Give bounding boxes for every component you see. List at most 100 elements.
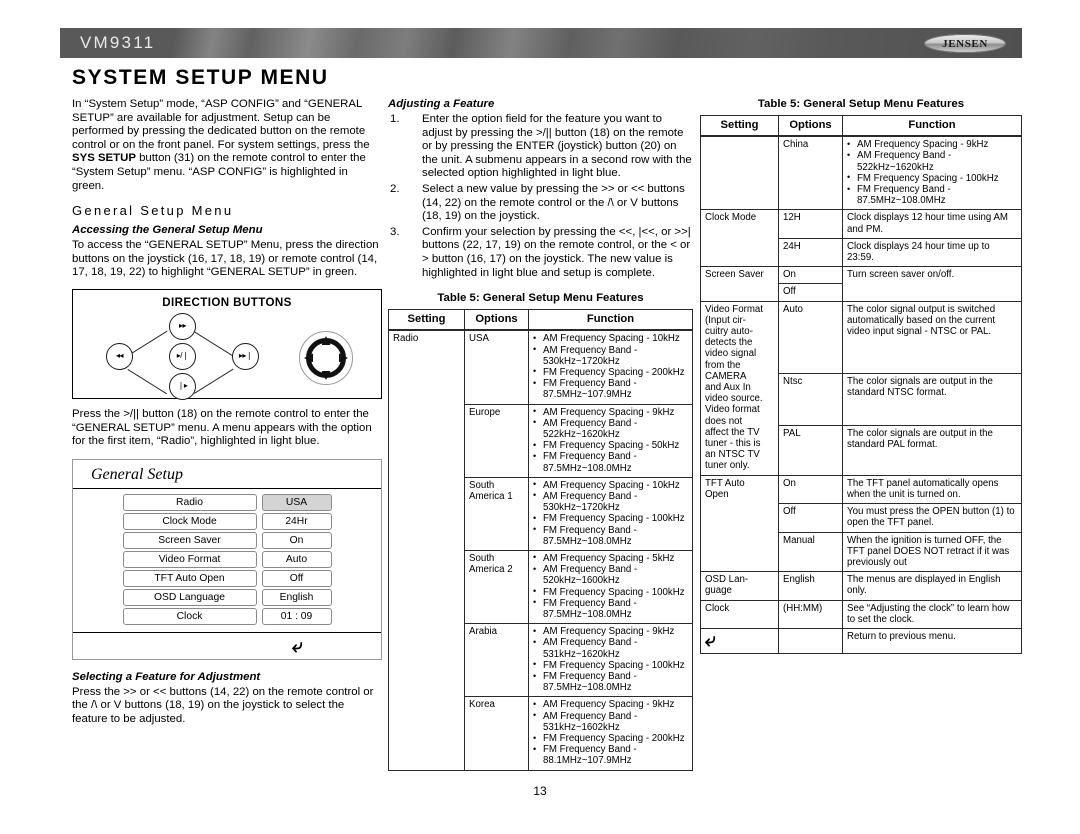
osd-label-tft-auto-open: TFT Auto Open [122, 569, 257, 587]
list-item: FM Frequency Band - 87.5MHz~108.0MHz [847, 184, 1017, 207]
list-item: FM Frequency Band - 87.5MHz~108.0MHz [533, 597, 688, 620]
list-item: FM Frequency Spacing - 200kHz [533, 366, 688, 378]
list-item: FM Frequency Band - 87.5MHz~108.0MHz [533, 671, 688, 694]
osd-value-tft-auto-open[interactable]: Off [261, 569, 332, 587]
cell-function: The TFT panel automatically opens when t… [842, 474, 1022, 505]
list-item: FM Frequency Spacing - 100kHz [533, 659, 688, 671]
direction-buttons-title: DIRECTION BUTTONS [162, 295, 292, 309]
cell-option: Ntsc [778, 372, 843, 426]
osd-value-screen-saver[interactable]: On [261, 531, 332, 549]
table-row: TFT Auto Open On The TFT panel automatic… [700, 474, 1022, 573]
diagram-connector-line [127, 368, 168, 395]
cell-setting [700, 135, 779, 211]
cell-function: Return to previous menu. [842, 627, 1022, 654]
cell-option: USA [464, 329, 529, 405]
osd-row[interactable]: OSD Language English [73, 588, 381, 606]
cell-option: South America 2 [464, 549, 529, 625]
list-item: AM Frequency Band - 522kHz~1620kHz [533, 417, 688, 440]
column-header-setting: Setting [388, 309, 465, 332]
cell-option: Korea [464, 696, 529, 771]
osd-value-radio[interactable]: USA [261, 493, 332, 511]
osd-row[interactable]: TFT Auto Open Off [73, 569, 381, 587]
back-arrow-icon[interactable]: ⤷ [292, 635, 303, 657]
table-row: ⤷ Return to previous menu. [700, 627, 1022, 654]
osd-row[interactable]: Screen Saver On [73, 531, 381, 549]
osd-value-clock[interactable]: 01 : 09 [261, 607, 332, 625]
cell-option: PAL [778, 424, 843, 476]
cell-function: Clock displays 12 hour time using AM and… [842, 209, 1022, 239]
list-item: FM Frequency Band - 87.5MHz~107.9MHz [533, 378, 688, 401]
accessing-menu-body: To access the “GENERAL SETUP” Menu, pres… [72, 239, 379, 279]
column-header-function: Function [528, 309, 693, 332]
cell-setting: Clock [700, 599, 779, 629]
list-item: FM Frequency Band - 87.5MHz~108.0MHz [533, 451, 688, 474]
cell-setting: OSD Lan- guage [700, 571, 779, 601]
cell-function: The menus are displayed in English only. [842, 571, 1022, 601]
osd-label-video-format: Video Format [122, 550, 257, 568]
osd-label-osd-language: OSD Language [122, 588, 257, 606]
list-item: FM Frequency Band - 87.5MHz~108.0MHz [533, 524, 688, 547]
cell-function: You must press the OPEN button (1) to op… [842, 503, 1022, 533]
joystick-nub-south [321, 370, 331, 380]
list-item: AM Frequency Band - 520kHz~1600kHz [533, 564, 688, 587]
diagram-connector-line [193, 330, 234, 357]
cell-function: AM Frequency Spacing - 9kHz AM Frequency… [528, 623, 693, 698]
cell-function: The color signal output is switched auto… [842, 300, 1022, 374]
direction-buttons-diagram: ▸▸ ◂◂ ▸/❘ ▸▸❘ ❘▸ [81, 311, 373, 400]
cell-option [778, 627, 843, 654]
column-right: Table 5: General Setup Menu Features Set… [700, 98, 1022, 654]
cell-option: On [778, 266, 843, 285]
cell-option: Europe [464, 403, 529, 478]
page-title: SYSTEM SETUP MENU [72, 66, 329, 89]
manual-page: VM9311 JENSEN SYSTEM SETUP MENU In “Syst… [0, 0, 1080, 834]
osd-row[interactable]: Radio USA [73, 493, 381, 511]
selecting-feature-body: Press the >> or << buttons (14, 22) on t… [72, 685, 374, 725]
osd-value-osd-language[interactable]: English [261, 588, 332, 606]
jensen-logo-text: JENSEN [942, 37, 988, 50]
osd-row[interactable]: Clock 01 : 09 [73, 607, 381, 625]
osd-value-clock-mode[interactable]: 24Hr [261, 512, 332, 530]
osd-label-clock-mode: Clock Mode [122, 512, 257, 530]
table-caption-right: Table 5: General Setup Menu Features [757, 98, 965, 110]
osd-label-screen-saver: Screen Saver [122, 531, 257, 549]
osd-label-clock: Clock [122, 607, 257, 625]
osd-row[interactable]: Clock Mode 24Hr [73, 512, 381, 530]
bullet-list: AM Frequency Spacing - 5kHz AM Frequency… [533, 552, 688, 620]
bullet-list: AM Frequency Spacing - 9kHz AM Frequency… [533, 699, 688, 767]
cell-setting: Radio [388, 329, 465, 771]
joystick-ring-outline [304, 335, 348, 380]
cell-option: 12H [778, 209, 843, 239]
cell-option: English [778, 571, 843, 601]
intro-paragraph: In “System Setup” mode, “ASP CONFIG” and… [72, 98, 382, 193]
bullet-list: AM Frequency Spacing - 9kHz AM Frequency… [847, 139, 1017, 207]
list-item: AM Frequency Band - 531kHz~1620kHz [533, 637, 688, 660]
direction-button-left-icon: ◂◂ [106, 342, 133, 370]
step-text: Confirm your selection by pressing the <… [422, 225, 691, 279]
osd-label-radio: Radio [122, 493, 257, 511]
table-row: China AM Frequency Spacing - 9kHz AM Fre… [700, 135, 1022, 211]
cell-function: Turn screen saver on/off. [842, 266, 1022, 302]
list-item: AM Frequency Band - 530kHz~1720kHz [533, 490, 688, 513]
column-header-options: Options [464, 309, 529, 332]
subheading-selecting-feature: Selecting a Feature for Adjustment [72, 670, 261, 683]
model-number: VM9311 [80, 33, 156, 52]
header-gradient-decoration [60, 28, 1022, 58]
osd-row[interactable]: Video Format Auto [73, 550, 381, 568]
column-header-function: Function [842, 115, 1022, 138]
list-item: FM Frequency Spacing - 200kHz [533, 733, 688, 745]
direction-button-play-pause-icon: ▸/❘ [169, 342, 196, 370]
osd-value-video-format[interactable]: Auto [261, 550, 332, 568]
cell-option: (HH:MM) [778, 599, 843, 629]
list-item: FM Frequency Spacing - 50kHz [533, 440, 688, 452]
table-row: Video Format (Input cir- cuitry auto- de… [700, 300, 1022, 476]
table-row: Clock Mode 12H Clock displays 12 hour ti… [700, 209, 1022, 268]
list-item: 2. Select a new value by pressing the >>… [388, 183, 693, 224]
list-item: AM Frequency Spacing - 9kHz [533, 406, 688, 418]
direction-button-up-icon: ▸▸ [169, 312, 196, 340]
cell-option: Auto [778, 300, 843, 374]
column-header-setting: Setting [700, 115, 779, 138]
column-middle: Adjusting a Feature 1. Enter the option … [388, 98, 693, 771]
list-item: AM Frequency Spacing - 9kHz [533, 699, 688, 711]
bullet-list: AM Frequency Spacing - 9kHz AM Frequency… [533, 406, 688, 474]
direction-button-down-icon: ❘▸ [169, 372, 196, 400]
